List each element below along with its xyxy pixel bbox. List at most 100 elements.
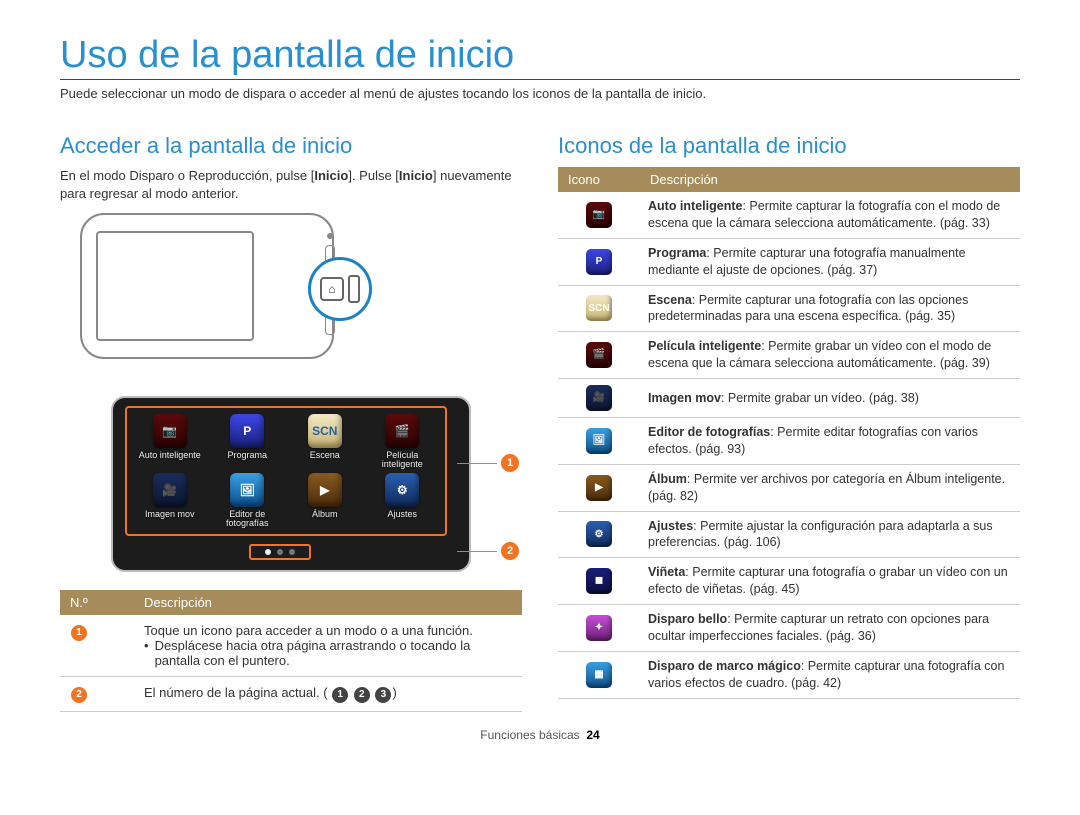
icon-cell: 📷: [558, 192, 640, 238]
grid-album: ▶Álbum: [290, 473, 360, 529]
icon-cell: P: [558, 238, 640, 285]
grid-smart-auto: 📷 Auto inteligente: [135, 414, 205, 470]
editor-de-fotograf-as-icon: 🖼: [586, 428, 612, 454]
table-row: 2 El número de la página actual. ( 1 2 3…: [60, 677, 522, 712]
camera-illustration: ⌂: [80, 213, 360, 378]
page-dot-active: [265, 549, 271, 555]
callout-2: 2: [457, 542, 519, 560]
program-icon: P: [230, 414, 264, 448]
table-header-row: N.º Descripción: [60, 590, 522, 615]
badge-2-icon: 2: [71, 687, 87, 703]
programa-icon: P: [586, 249, 612, 275]
description-cell: Película inteligente: Permite grabar un …: [640, 332, 1020, 379]
icon-cell: 🖼: [558, 418, 640, 465]
icon-cell: SCN: [558, 285, 640, 332]
table-row: 1 Toque un icono para acceder a un modo …: [60, 615, 522, 677]
icon-cell: ✦: [558, 605, 640, 652]
page-title: Uso de la pantalla de inicio: [60, 34, 1020, 77]
page-dot: [277, 549, 283, 555]
table-row: ▦Disparo de marco mágico: Permite captur…: [558, 651, 1020, 698]
table-row: P Programa: Permite capturar una fotograf…: [558, 238, 1020, 285]
disparo-bello-icon: ✦: [586, 615, 612, 641]
icon-cell: ◼: [558, 558, 640, 605]
bullet-icon: •: [144, 638, 149, 668]
page-footer: Funciones básicas 24: [60, 728, 1020, 742]
icon-name: Imagen mov: [648, 391, 721, 405]
ajustes-icon: ⚙: [586, 521, 612, 547]
icon-name: Viñeta: [648, 565, 685, 579]
icon-name: Película inteligente: [648, 339, 761, 353]
icon-name: Álbum: [648, 472, 687, 486]
icon-name: Auto inteligente: [648, 199, 742, 213]
imagen-mov-icon: 🎥: [586, 385, 612, 411]
grid-program: P Programa: [212, 414, 282, 470]
para-text: ]. Pulse [: [348, 168, 399, 183]
two-column-layout: Acceder a la pantalla de inicio En el mo…: [60, 125, 1020, 712]
badge-1-icon: 1: [71, 625, 87, 641]
description-cell: Editor de fotografías: Permite editar fo…: [640, 418, 1020, 465]
inicio-bold-2: Inicio: [399, 168, 433, 183]
smart-auto-icon: 📷: [153, 414, 187, 448]
row-description-cell: El número de la página actual. ( 1 2 3): [134, 677, 522, 712]
callout-number-1: 1: [501, 454, 519, 472]
left-column: Acceder a la pantalla de inicio En el mo…: [60, 125, 522, 712]
page-badge-1-icon: 1: [332, 687, 348, 703]
description-cell: Ajustes: Permite ajustar la configuració…: [640, 511, 1020, 558]
desc-text: El número de la página actual. (: [144, 685, 328, 700]
icon-grid-callout: 📷Auto inteligente PPrograma SCNEscena 🎬P…: [125, 406, 447, 536]
album-icon: ▶: [308, 473, 342, 507]
icon-name: Disparo bello: [648, 612, 727, 626]
col-description-header: Descripción: [134, 590, 522, 615]
row-number-cell: 1: [60, 615, 134, 677]
title-rule: [60, 79, 1020, 80]
description-cell: Viñeta: Permite capturar una fotografía …: [640, 558, 1020, 605]
icon-label: Programa: [227, 451, 267, 460]
icon-label: Escena: [310, 451, 340, 460]
description-cell: Álbum: Permite ver archivos por categorí…: [640, 464, 1020, 511]
scene-icon: SCN: [308, 414, 342, 448]
row-description-cell: Toque un icono para acceder a un modo o …: [134, 615, 522, 677]
icon-name: Ajustes: [648, 519, 693, 533]
section-heading-icons: Iconos de la pantalla de inicio: [558, 133, 1020, 159]
home-screen-mockup: 📷Auto inteligente PPrograma SCNEscena 🎬P…: [111, 396, 471, 576]
icon-description: : Permite ajustar la configuración para …: [648, 519, 993, 550]
camera-screen-outline: [96, 231, 254, 341]
icon-label: Imagen mov: [145, 510, 195, 519]
access-paragraph: En el modo Disparo o Reproducción, pulse…: [60, 167, 522, 203]
grid-scene: SCN Escena: [290, 414, 360, 470]
home-icon: ⌂: [320, 277, 344, 301]
home-button-callout-circle: ⌂: [308, 257, 372, 321]
table-row: 🎥Imagen mov: Permite grabar un vídeo. (p…: [558, 379, 1020, 418]
table-header-row: Icono Descripción: [558, 167, 1020, 192]
grid-movie: 🎥 Imagen mov: [135, 473, 205, 529]
page-subtitle: Puede seleccionar un modo de dispara o a…: [60, 86, 1020, 101]
inicio-bold-1: Inicio: [314, 168, 348, 183]
icon-description: : Permite capturar una fotografía o grab…: [648, 565, 1008, 596]
para-text: En el modo Disparo o Reproducción, pulse…: [60, 168, 314, 183]
description-cell: Programa: Permite capturar una fotografí…: [640, 238, 1020, 285]
icon-description: : Permite ver archivos por categoría en …: [648, 472, 1005, 503]
document-page: Uso de la pantalla de inicio Puede selec…: [0, 0, 1080, 815]
settings-icon: ⚙: [385, 473, 419, 507]
icon-cell: ▶: [558, 464, 640, 511]
icon-cell: 🎬: [558, 332, 640, 379]
table-row: 📷 Auto inteligente: Permite capturar la f…: [558, 192, 1020, 238]
table-row: ⚙ Ajustes: Permite ajustar la configuraci…: [558, 511, 1020, 558]
led-icon: [327, 233, 333, 239]
vi-eta-icon: ◼: [586, 568, 612, 594]
description-cell: Escena: Permite capturar una fotografía …: [640, 285, 1020, 332]
desc-line2: Desplácese hacia otra página arrastrando…: [155, 638, 512, 668]
button-slot-icon: [348, 275, 360, 303]
grid-photo-editor: 🖼Editor de fotografías: [212, 473, 282, 529]
escena-icon: SCN: [586, 295, 612, 321]
icon-label: Auto inteligente: [139, 451, 201, 460]
table-row: 🎬Película inteligente: Permite grabar un…: [558, 332, 1020, 379]
description-cell: Disparo bello: Permite capturar un retra…: [640, 605, 1020, 652]
table-row: ◼ Viñeta: Permite capturar una fotografía…: [558, 558, 1020, 605]
smart-movie-icon: 🎬: [385, 414, 419, 448]
description-cell: Auto inteligente: Permite capturar la fo…: [640, 192, 1020, 238]
grid-smart-movie: 🎬Película inteligente: [367, 414, 437, 470]
movie-icon: 🎥: [153, 473, 187, 507]
auto-inteligente-icon: 📷: [586, 202, 612, 228]
section-heading-access: Acceder a la pantalla de inicio: [60, 133, 522, 159]
